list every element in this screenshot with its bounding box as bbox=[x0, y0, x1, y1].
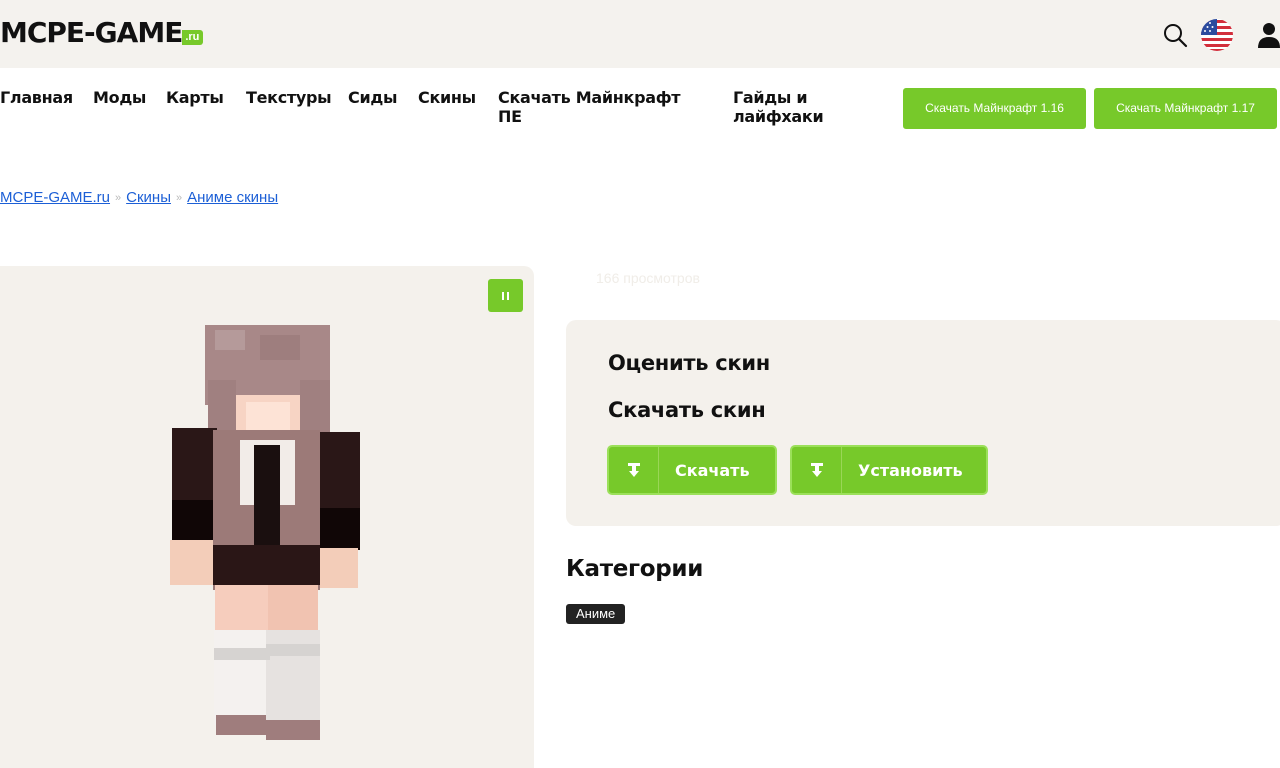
nav-item-mods[interactable]: Моды bbox=[93, 88, 146, 107]
nav-item-seeds[interactable]: Сиды bbox=[348, 88, 397, 107]
site-logo[interactable]: MCPE-GAME .ru bbox=[0, 16, 204, 49]
pause-icon bbox=[502, 291, 504, 300]
logo-text: MCPE-GAME bbox=[0, 16, 183, 49]
download-116-button[interactable]: Скачать Майнкрафт 1.16 bbox=[903, 88, 1086, 129]
category-tag-anime[interactable]: Аниме bbox=[566, 604, 626, 624]
breadcrumb-separator: » bbox=[175, 191, 183, 204]
site-header: MCPE-GAME .ru bbox=[0, 0, 1280, 68]
categories-title: Категории bbox=[566, 556, 704, 582]
logo-suffix: .ru bbox=[182, 30, 204, 45]
breadcrumb: MCPE-GAME.ru » Скины » Аниме скины bbox=[0, 189, 278, 206]
install-button[interactable]: Установить bbox=[790, 445, 988, 495]
rate-skin-title: Оценить скин bbox=[608, 351, 770, 375]
search-icon[interactable] bbox=[1160, 18, 1190, 52]
download-icon bbox=[609, 447, 659, 493]
nav-item-download-mcpe[interactable]: Скачать Майнкрафт ПЕ bbox=[498, 88, 698, 126]
download-button-label: Скачать bbox=[675, 460, 750, 480]
user-icon[interactable] bbox=[1252, 18, 1280, 52]
pause-button[interactable] bbox=[488, 279, 523, 312]
nav-item-home[interactable]: Главная bbox=[0, 88, 73, 107]
download-117-button[interactable]: Скачать Майнкрафт 1.17 bbox=[1094, 88, 1277, 129]
download-icon bbox=[792, 447, 842, 493]
us-flag-icon[interactable] bbox=[1200, 18, 1233, 52]
breadcrumb-skins[interactable]: Скины bbox=[126, 189, 171, 206]
download-skin-title: Скачать скин bbox=[608, 398, 766, 422]
install-button-label: Установить bbox=[858, 460, 963, 480]
view-count: 166 просмотров bbox=[596, 270, 700, 286]
nav-item-skins[interactable]: Скины bbox=[418, 88, 476, 107]
breadcrumb-separator: » bbox=[115, 191, 122, 204]
download-button[interactable]: Скачать bbox=[607, 445, 777, 495]
skin-preview-image bbox=[170, 325, 360, 740]
main-nav: Главная Моды Карты Текстуры Сиды Скины С… bbox=[0, 88, 1280, 138]
nav-item-maps[interactable]: Карты bbox=[166, 88, 224, 107]
breadcrumb-home[interactable]: MCPE-GAME.ru bbox=[0, 189, 110, 206]
nav-item-guides[interactable]: Гайды и лайфхаки bbox=[733, 88, 843, 126]
nav-item-textures[interactable]: Текстуры bbox=[246, 88, 332, 107]
breadcrumb-anime-skins[interactable]: Аниме скины bbox=[187, 189, 278, 206]
